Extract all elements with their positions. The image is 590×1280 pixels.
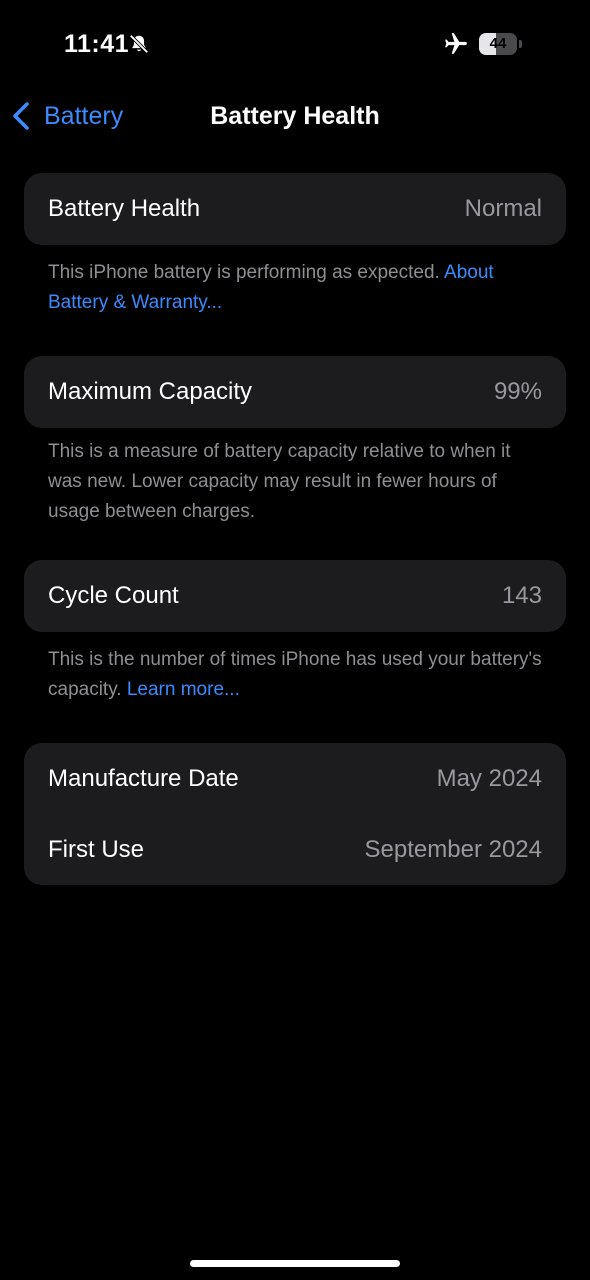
battery-level: 44 <box>489 35 507 52</box>
dates-card: Manufacture Date May 2024 First Use Sept… <box>24 743 566 885</box>
manufacture-date-row: Manufacture Date May 2024 <box>24 743 566 814</box>
manufacture-date-value: May 2024 <box>436 764 542 792</box>
maximum-capacity-value: 99% <box>493 378 542 405</box>
first-use-value: September 2024 <box>364 835 542 863</box>
battery-health-row: Battery Health Normal <box>24 173 566 245</box>
maximum-capacity-card: Maximum Capacity 99% <box>24 356 566 428</box>
cycle-count-footnote: This is the number of times iPhone has u… <box>48 645 548 705</box>
maximum-capacity-label: Maximum Capacity <box>48 378 253 405</box>
home-indicator[interactable] <box>190 1260 400 1267</box>
battery-health-card: Battery Health Normal <box>24 173 566 245</box>
battery-health-footnote: This iPhone battery is performing as exp… <box>48 258 548 318</box>
status-bar: 11:41 44 <box>0 0 590 88</box>
battery-health-description: This iPhone battery is performing as exp… <box>48 262 440 283</box>
cycle-count-description: This is the number of times iPhone has u… <box>48 649 542 700</box>
battery-body: 44 <box>479 33 517 55</box>
first-use-label: First Use <box>48 835 144 863</box>
maximum-capacity-footnote: This is a measure of battery capacity re… <box>48 441 511 522</box>
maximum-capacity-row: Maximum Capacity 99% <box>24 356 566 428</box>
first-use-row: First Use September 2024 <box>24 814 566 885</box>
battery-health-value: Normal <box>464 195 542 222</box>
cycle-count-row: Cycle Count 143 <box>24 560 566 632</box>
battery-tip <box>519 40 522 48</box>
cycle-count-label: Cycle Count <box>48 582 179 609</box>
cycle-count-value: 143 <box>501 582 542 609</box>
manufacture-date-label: Manufacture Date <box>48 764 239 792</box>
page-title: Battery Health <box>210 102 380 130</box>
bell-slash-icon <box>129 34 149 54</box>
learn-more-link[interactable]: Learn more... <box>127 679 240 700</box>
airplane-icon <box>445 33 467 54</box>
battery-health-label: Battery Health <box>48 195 201 222</box>
battery-icon: 44 <box>479 33 523 55</box>
status-time: 11:41 <box>64 30 130 58</box>
cycle-count-card: Cycle Count 143 <box>24 560 566 632</box>
navigation-bar: Battery Battery Health <box>0 88 590 144</box>
